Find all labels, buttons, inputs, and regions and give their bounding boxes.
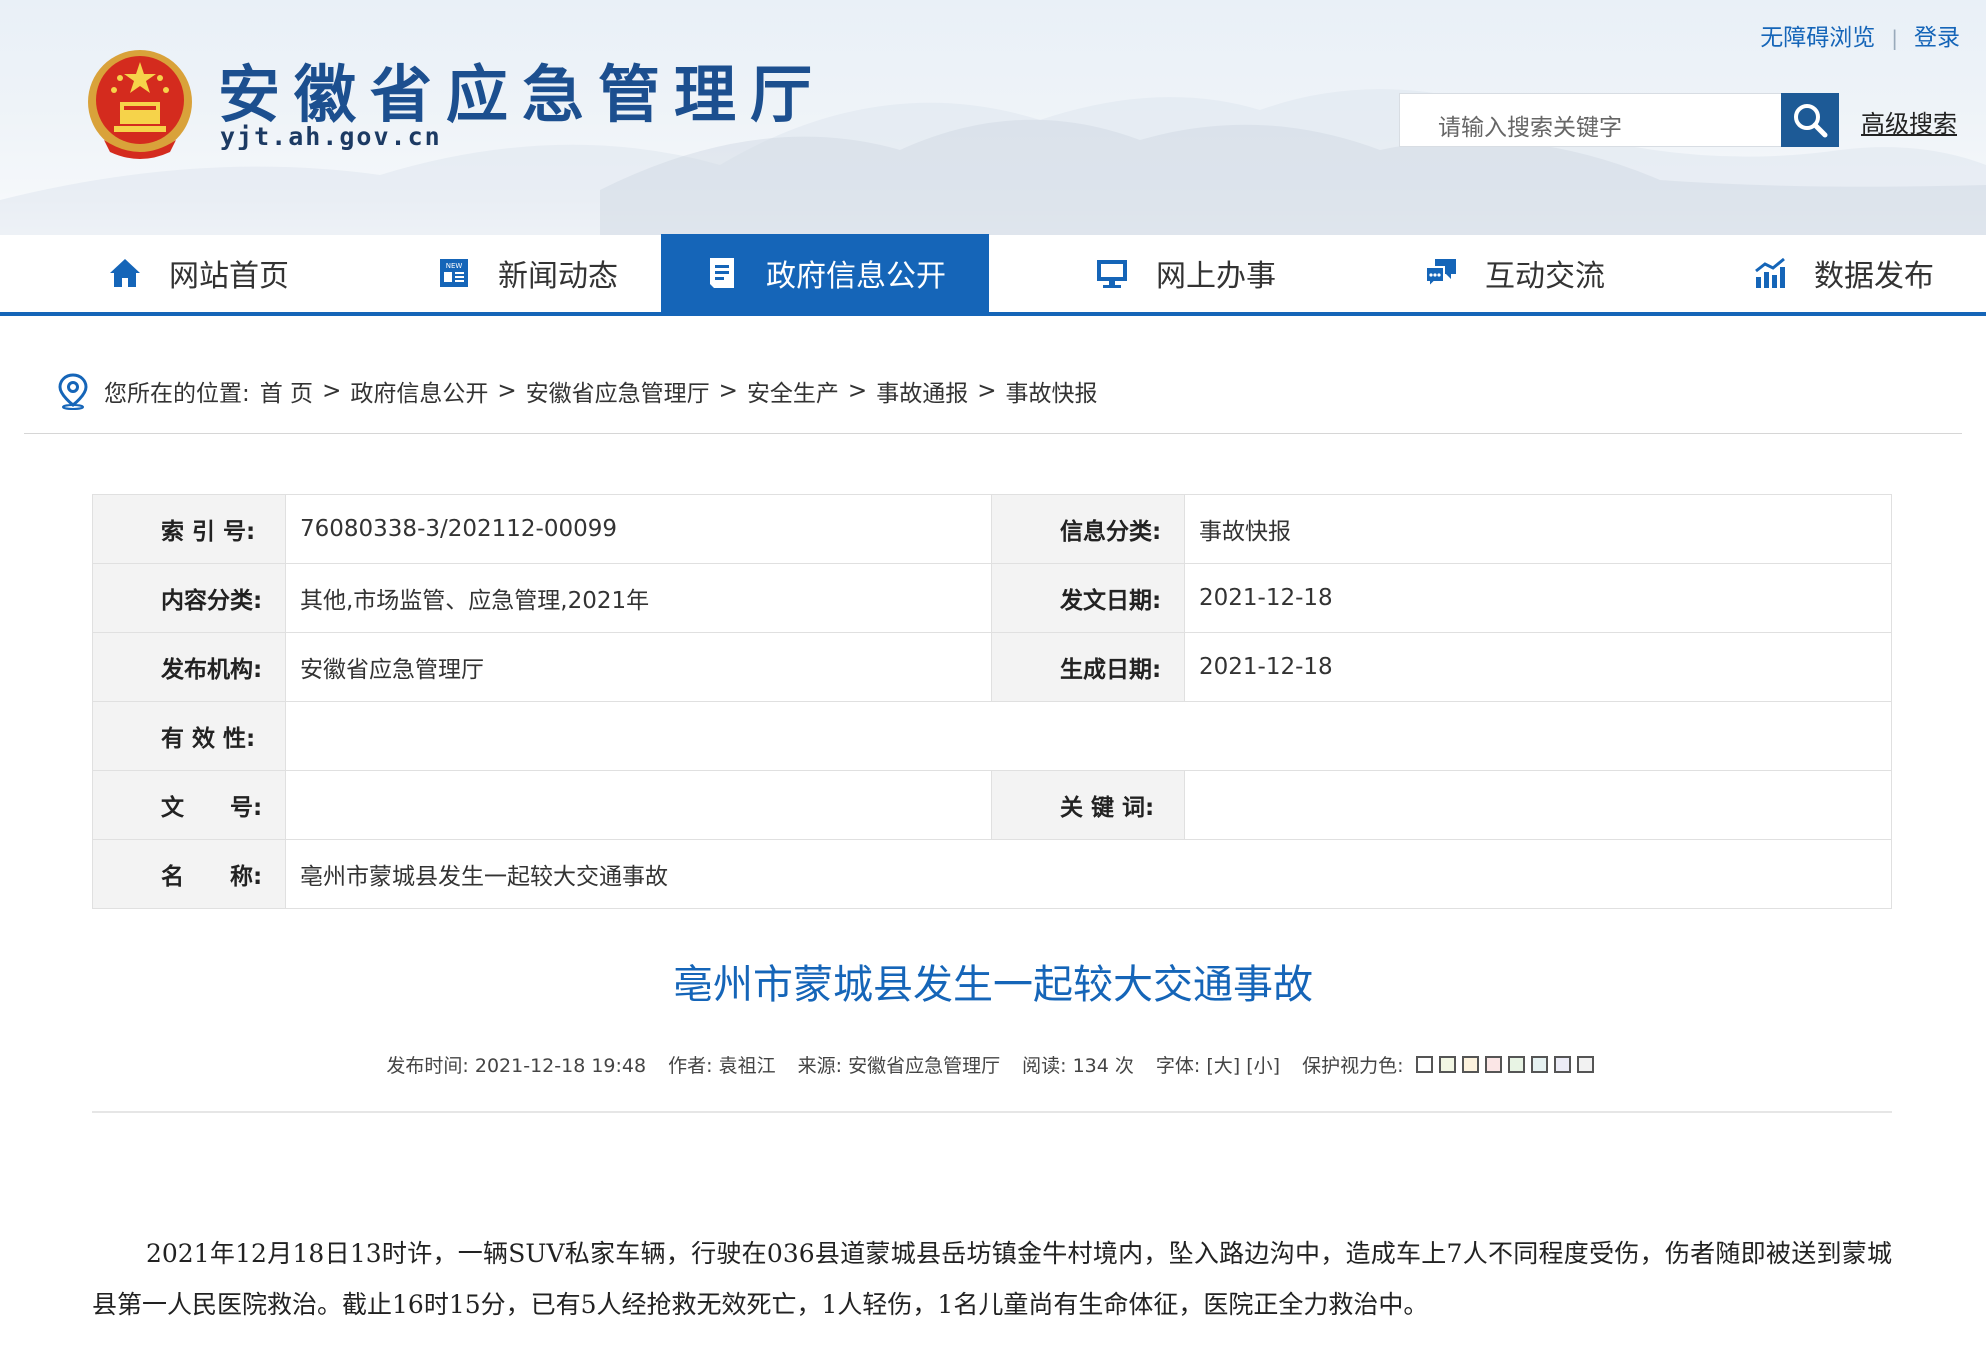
created-date-value: 2021-12-18 [1184,632,1892,702]
validity-label: 有 效 性: [92,701,286,771]
publisher-label: 发布机构: [92,632,286,702]
index-number-value: 76080338-3/202112-00099 [285,494,992,564]
login-link[interactable]: 登录 [1914,18,1960,52]
eye-care-swatch[interactable] [1576,1056,1594,1073]
breadcrumb-item-accident-report[interactable]: 事故通报 [876,374,968,408]
national-emblem-icon [88,50,192,159]
breadcrumb-item-department[interactable]: 安徽省应急管理厅 [526,374,710,408]
table-row: 文 号: 关 键 词: [92,770,1892,840]
nav-item-online-service[interactable]: 网上办事 [1021,234,1349,312]
nav-label: 政府信息公开 [766,259,946,294]
nav-label: 新闻动态 [498,259,618,294]
location-pin-icon [58,372,88,410]
article-body: 2021年12月18日13时许，一辆SUV私家车辆，行驶在036县道蒙城县岳坊镇… [92,1239,1892,1319]
article-title: 亳州市蒙城县发生一起较大交通事故 [673,962,1313,1008]
breadcrumb-item-accident-flash[interactable]: 事故快报 [1005,374,1097,408]
breadcrumb-separator: > [322,377,342,404]
chart-icon [1755,257,1785,288]
site-title: 安徽省应急管理厅 [218,58,827,131]
top-links-separator: | [1891,26,1898,50]
monitor-icon [1097,260,1127,288]
nav-item-data-release[interactable]: 数据发布 [1679,234,1986,312]
breadcrumb-separator: > [497,377,517,404]
content-category-label: 内容分类: [92,563,286,633]
breadcrumb-separator: > [977,377,997,404]
table-row: 发布机构: 安徽省应急管理厅 生成日期: 2021-12-18 [92,632,1892,702]
breadcrumb-separator: > [718,377,738,404]
search-icon [1794,104,1828,138]
nav-item-gov-info[interactable]: 政府信息公开 [661,234,989,312]
eye-care-swatch[interactable] [1553,1056,1571,1073]
advanced-search-link[interactable]: 高级搜索 [1861,104,1957,139]
author: 作者: 袁祖江 [668,1055,776,1077]
site-header: 无障碍浏览 | 登录 安徽省应急管理厅 yjt.ah.gov.cn 请输入搜索关键字… [0,0,1986,235]
info-category-label: 信息分类: [991,494,1185,564]
eye-care-swatch[interactable] [1461,1056,1479,1073]
info-category-value: 事故快报 [1184,494,1892,564]
nav-item-home[interactable]: 网站首页 [34,234,362,312]
content-category-value: 其他,市场监管、应急管理,2021年 [285,563,992,633]
table-row: 索 引 号: 76080338-3/202112-00099 信息分类: 事故快… [92,494,1892,564]
read-count: 阅读: 134 次 [1022,1055,1134,1077]
nav-label: 数据发布 [1814,259,1934,294]
document-metadata-table: 索 引 号: 76080338-3/202112-00099 信息分类: 事故快… [92,494,1892,909]
document-number-label: 文 号: [92,770,286,840]
nav-label: 网上办事 [1156,259,1276,294]
breadcrumb: 您所在的位置: 首 页 > 政府信息公开 > 安徽省应急管理厅 > 安全生产 >… [24,348,1962,434]
main-nav: 网站首页 NEW 新闻动态 政府信息公开 网上办事 互动交流 数据发布 [0,234,1986,316]
table-row: 名 称: 亳州市蒙城县发生一起较大交通事故 [92,839,1892,909]
breadcrumb-item-gov-info[interactable]: 政府信息公开 [350,374,488,408]
document-icon [710,258,734,288]
font-size-control[interactable]: 字体: [大] [小] [1156,1055,1280,1077]
created-date-label: 生成日期: [991,632,1185,702]
breadcrumb-separator: > [847,377,868,404]
site-domain: yjt.ah.gov.cn [220,122,442,151]
search-input[interactable]: 请输入搜索关键字 [1399,93,1781,147]
eye-care-label: 保护视力色: [1302,1055,1404,1077]
validity-value [285,701,1892,771]
accessibility-link[interactable]: 无障碍浏览 [1760,18,1875,52]
article-info-bar: 发布时间: 2021-12-18 19:48 作者: 袁祖江 来源: 安徽省应急… [0,1051,1986,1078]
document-number-value [285,770,992,840]
table-row: 有 效 性: [92,701,1892,771]
home-icon [110,259,140,287]
breadcrumb-prefix: 您所在的位置: [104,380,250,407]
news-icon: NEW [440,259,468,287]
svg-text:NEW: NEW [446,262,463,270]
nav-label: 互动交流 [1485,259,1605,294]
keywords-label: 关 键 词: [991,770,1185,840]
table-row: 内容分类: 其他,市场监管、应急管理,2021年 发文日期: 2021-12-1… [92,563,1892,633]
eye-care-swatch[interactable] [1507,1056,1525,1073]
breadcrumb-item-safety[interactable]: 安全生产 [747,374,839,408]
issue-date-label: 发文日期: [991,563,1185,633]
chat-icon [1425,259,1456,290]
source: 来源: 安徽省应急管理厅 [797,1055,1001,1077]
eye-care-swatch[interactable] [1484,1056,1502,1073]
keywords-value [1184,770,1892,840]
eye-care-swatch[interactable] [1530,1056,1548,1073]
name-label: 名 称: [92,839,286,909]
publisher-value: 安徽省应急管理厅 [285,632,992,702]
search-button[interactable] [1781,93,1839,147]
nav-item-news[interactable]: NEW 新闻动态 [363,234,691,312]
nav-item-interaction[interactable]: 互动交流 [1350,234,1678,312]
breadcrumb-item-home[interactable]: 首 页 [260,374,313,408]
nav-label: 网站首页 [169,259,289,294]
eye-care-swatch[interactable] [1438,1056,1456,1073]
name-value: 亳州市蒙城县发生一起较大交通事故 [285,839,1892,909]
publish-time: 发布时间: 2021-12-18 19:48 [386,1055,647,1077]
index-number-label: 索 引 号: [92,494,286,564]
article-divider [92,1111,1892,1113]
eye-care-swatch[interactable] [1415,1056,1433,1073]
issue-date-value: 2021-12-18 [1184,563,1892,633]
top-links: 无障碍浏览 | 登录 [1760,18,1960,52]
